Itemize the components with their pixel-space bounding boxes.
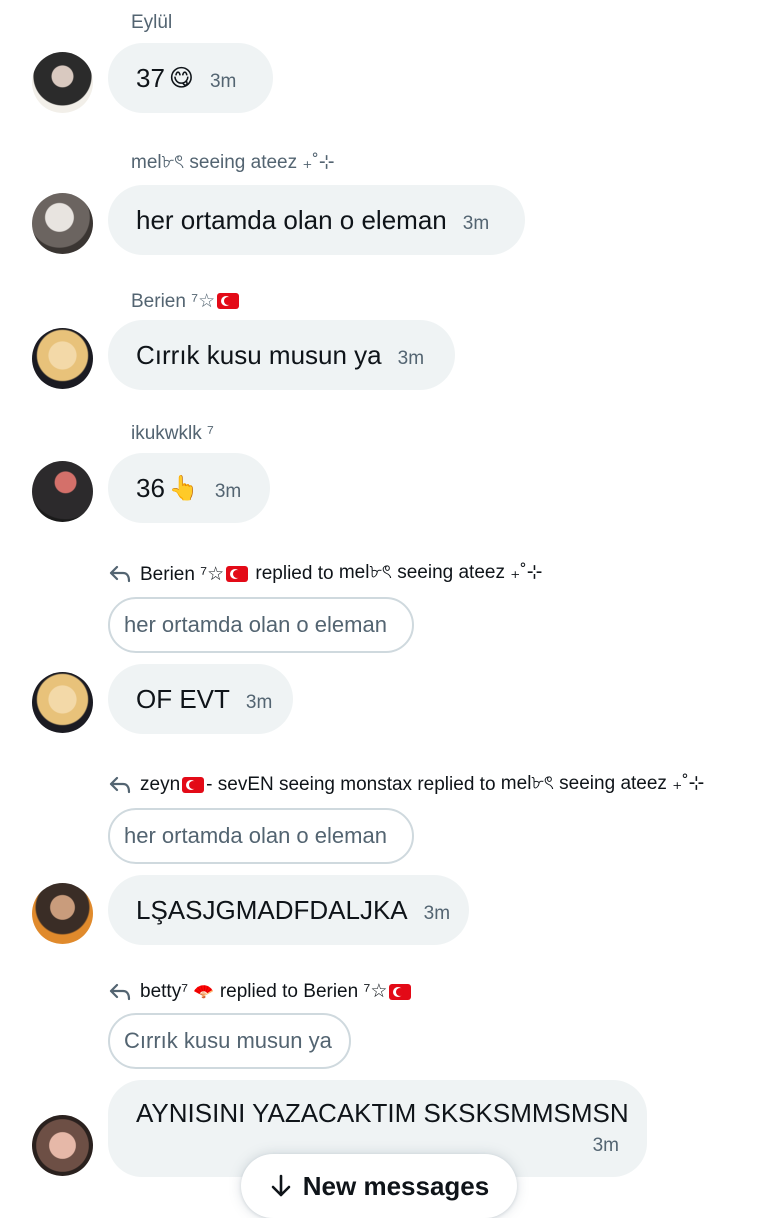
message-text: LŞASJGMADFDALJKA (136, 894, 408, 925)
reply-to: mel৮ৎ seeing ateez ₊˚⊹ (338, 562, 543, 583)
sender-name: mel৮ৎ seeing ateez ₊˚⊹ (131, 152, 335, 173)
quoted-message[interactable]: her ortamda olan o eleman (108, 597, 414, 653)
emoji: 😋 (168, 64, 194, 92)
reply-context: zeyn - sevEN seeing monstax replied to m… (108, 769, 704, 801)
avatar[interactable] (32, 1115, 93, 1176)
message-time: 3m (462, 213, 490, 234)
reply-to: Berien ⁷☆ (303, 981, 388, 1002)
fan-emoji: 🪭 (193, 981, 215, 1002)
turkey-flag-icon (389, 983, 412, 1000)
message-time: 3m (397, 348, 425, 369)
reply-arrow-icon (109, 776, 131, 794)
replied-to-label: replied to (417, 774, 496, 795)
avatar[interactable] (32, 883, 93, 944)
reply-from: zeyn (140, 774, 181, 795)
message-time: 3m (245, 692, 273, 713)
message-text: AYNISINI YAZACAKTIM SKSKSMMSMSN (136, 1098, 629, 1128)
message-text: her ortamda olan o eleman (136, 204, 447, 235)
reply-arrow-icon (109, 983, 131, 1000)
replied-to-label: replied to (255, 563, 334, 584)
message-bubble[interactable]: her ortamda olan o eleman 3m (108, 185, 525, 255)
reply-from: Berien ⁷☆ (140, 563, 225, 585)
message-text: OF EVT (136, 683, 230, 714)
quoted-message[interactable]: Cırrık kusu musun ya (108, 1013, 351, 1069)
message-bubble[interactable]: OF EVT 3m (108, 664, 293, 734)
sender-name: Berien ⁷☆ (131, 290, 241, 313)
message-text: 37 (136, 62, 165, 93)
avatar[interactable] (32, 328, 93, 389)
avatar[interactable] (32, 461, 93, 522)
new-messages-label: New messages (302, 1170, 490, 1201)
message-time: 3m (214, 481, 242, 502)
message-bubble[interactable]: Cırrık kusu musun ya 3m (108, 320, 455, 390)
replied-to-label: replied to (219, 980, 298, 1002)
reply-context: Berien ⁷☆ replied to mel৮ৎ seeing ateez … (108, 558, 543, 590)
sender-name: Eylül (131, 12, 173, 33)
emoji: 👆 (168, 474, 199, 502)
message-time: 3m (592, 1135, 619, 1156)
quoted-message[interactable]: her ortamda olan o eleman (108, 808, 414, 864)
turkey-flag-icon (226, 566, 249, 582)
reply-to: mel৮ৎ seeing ateez ₊˚⊹ (500, 773, 705, 794)
avatar[interactable] (32, 193, 93, 254)
sender-name: ikukwklk ⁷ (131, 423, 214, 444)
avatar[interactable] (32, 52, 93, 113)
message-time: 3m (423, 903, 451, 924)
message-bubble[interactable]: 36 👆 3m (108, 453, 270, 523)
arrow-down-icon (271, 1174, 291, 1197)
message-text: 36 (136, 472, 165, 503)
turkey-flag-icon (182, 777, 205, 793)
avatar[interactable] (32, 672, 93, 733)
reply-from: betty⁷ (140, 980, 189, 1002)
turkey-flag-icon (217, 293, 240, 309)
reply-context: betty⁷ 🪭 replied to Berien ⁷☆ (108, 980, 413, 1003)
reply-arrow-icon (109, 565, 131, 583)
message-time: 3m (209, 71, 237, 92)
message-text: Cırrık kusu musun ya (136, 339, 382, 370)
new-messages-button[interactable]: New messages (241, 1154, 517, 1218)
message-bubble[interactable]: 37 😋 3m (108, 43, 273, 113)
message-bubble[interactable]: LŞASJGMADFDALJKA 3m (108, 875, 469, 945)
